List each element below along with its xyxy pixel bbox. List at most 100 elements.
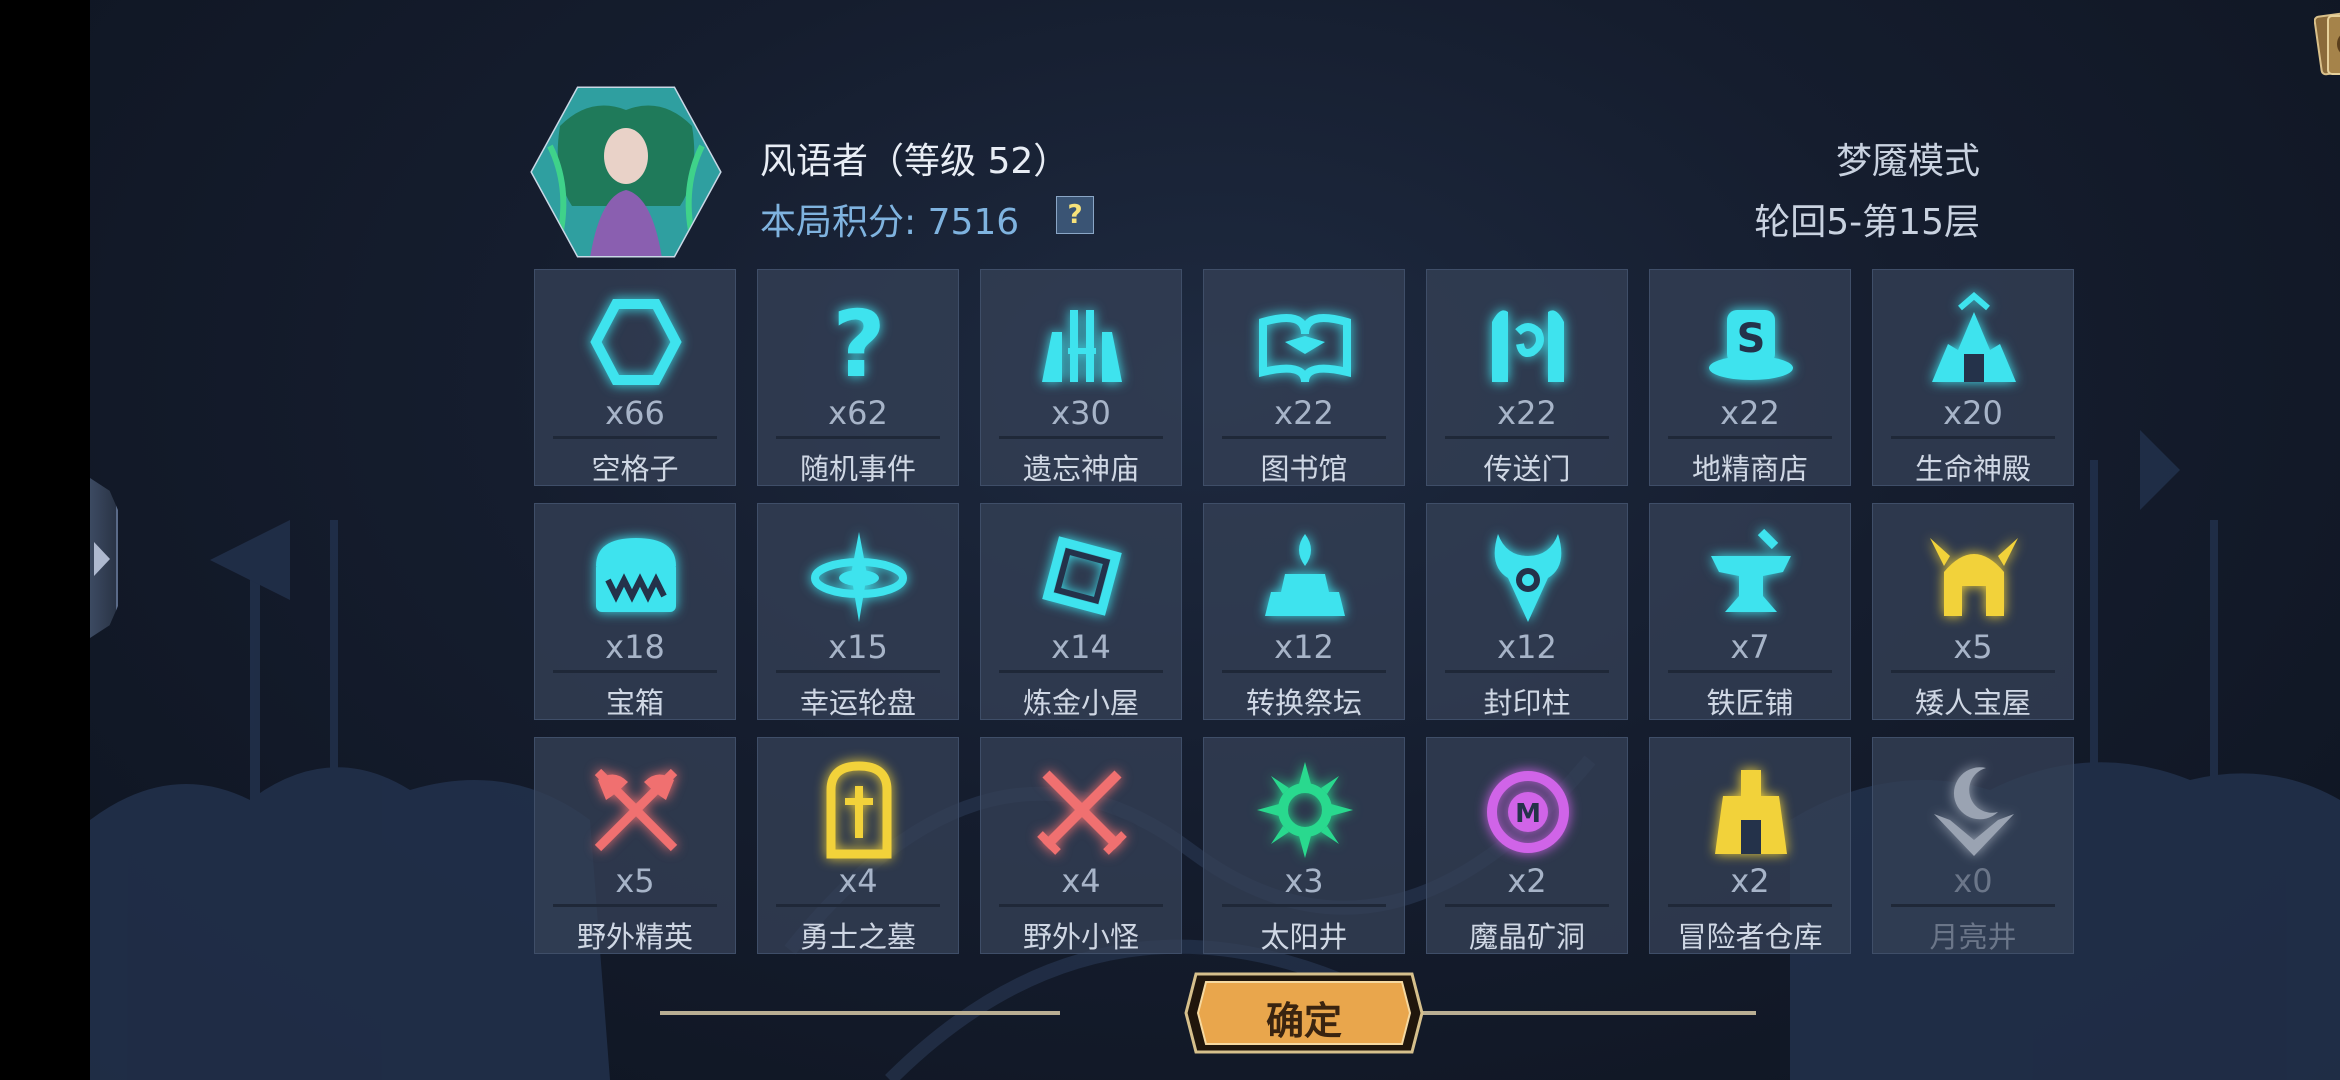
tile-divider xyxy=(1222,904,1386,907)
tile-count: x20 xyxy=(1943,394,2003,432)
tile-count: x30 xyxy=(1051,394,1111,432)
seal-pillar-icon xyxy=(1494,534,1562,622)
tile-cell[interactable]: x22 图书馆 xyxy=(1203,269,1405,486)
tile-name: 炼金小屋 xyxy=(1022,686,1139,720)
tile-cell[interactable]: x22 传送门 xyxy=(1426,269,1628,486)
tile-cell[interactable]: Mx2 魔晶矿洞 xyxy=(1426,737,1628,954)
tile-count: x4 xyxy=(1061,862,1101,900)
tile-name: 宝箱 xyxy=(605,686,664,720)
tile-cell[interactable]: x15 幸运轮盘 xyxy=(757,503,959,720)
tile-count: x2 xyxy=(1507,862,1547,900)
tile-divider xyxy=(1222,670,1386,673)
tile-divider xyxy=(1891,670,2055,673)
tile-count: x15 xyxy=(828,628,888,666)
tile-cell[interactable]: x7 铁匠铺 xyxy=(1649,503,1851,720)
tile-name: 图书馆 xyxy=(1260,452,1348,486)
tile-cell[interactable]: ? x62 随机事件 xyxy=(757,269,959,486)
tile-name: 遗忘神庙 xyxy=(1022,452,1139,486)
svg-text:?: ? xyxy=(832,292,885,392)
tile-cell[interactable]: x5 野外精英 xyxy=(534,737,736,954)
tile-name: 勇士之墓 xyxy=(799,920,916,954)
tile-divider xyxy=(553,904,717,907)
tile-cell[interactable]: x18 宝箱 xyxy=(534,503,736,720)
chest-icon xyxy=(596,538,676,612)
tile-count: x62 xyxy=(828,394,888,432)
tile-name: 铁匠铺 xyxy=(1706,686,1794,720)
book-icon xyxy=(1259,314,1351,383)
tile-divider xyxy=(1891,904,2055,907)
tile-divider xyxy=(1445,436,1609,439)
tile-cell[interactable]: x30 遗忘神庙 xyxy=(980,269,1182,486)
tile-divider xyxy=(1668,670,1832,673)
confirm-label: 确定 xyxy=(1265,999,1342,1043)
tile-name: 太阳井 xyxy=(1260,920,1348,954)
player-name-level: 风语者（等级 52） xyxy=(760,141,1070,182)
question-icon: ? xyxy=(832,292,885,392)
tile-count: x18 xyxy=(605,628,665,666)
tile-divider xyxy=(776,670,940,673)
tile-divider xyxy=(553,670,717,673)
tile-name: 转换祭坛 xyxy=(1245,686,1362,720)
cycle-floor: 轮回5-第15层 xyxy=(1754,202,1980,243)
side-drawer-toggle[interactable] xyxy=(90,478,118,638)
tile-cell[interactable]: x2 冒险者仓库 xyxy=(1649,737,1851,954)
card-deck-icon[interactable] xyxy=(2314,8,2340,80)
wheel-icon xyxy=(811,532,907,622)
tile-cell[interactable]: x20 生命神殿 xyxy=(1872,269,2074,486)
tile-divider xyxy=(1222,436,1386,439)
tile-cell[interactable]: x0 月亮井 xyxy=(1872,737,2074,954)
hexagon-icon xyxy=(590,299,682,385)
portal-icon xyxy=(1492,310,1564,382)
confirm-button[interactable]: 确定 xyxy=(1184,972,1424,1054)
tile-divider xyxy=(776,904,940,907)
altar-icon xyxy=(1265,534,1345,616)
tile-cell[interactable]: x4 野外小怪 xyxy=(980,737,1182,954)
tile-divider xyxy=(1891,436,2055,439)
moon-well-icon xyxy=(1934,767,2014,856)
svg-text:M: M xyxy=(1515,799,1541,829)
tile-name: 空格子 xyxy=(591,452,679,486)
sun-well-icon xyxy=(1257,762,1353,858)
tile-count: x5 xyxy=(1953,628,1993,666)
tile-cell[interactable]: x5 矮人宝屋 xyxy=(1872,503,2074,720)
tile-name: 魔晶矿洞 xyxy=(1468,920,1585,954)
tile-count: x66 xyxy=(605,394,665,432)
alchemy-icon xyxy=(1042,536,1122,616)
tile-name: 随机事件 xyxy=(799,452,916,486)
tile-count: x3 xyxy=(1284,862,1324,900)
tile-name: 封印柱 xyxy=(1483,686,1571,720)
tile-divider xyxy=(999,436,1163,439)
tile-count: x22 xyxy=(1274,394,1334,432)
tile-count: x2 xyxy=(1730,862,1770,900)
tile-cell[interactable]: x4 勇士之墓 xyxy=(757,737,959,954)
dwarf-helmet-icon xyxy=(1930,538,2018,616)
tile-name: 幸运轮盘 xyxy=(799,686,916,720)
svg-text:S: S xyxy=(1737,316,1766,362)
tile-divider xyxy=(1445,904,1609,907)
tile-count: x0 xyxy=(1953,862,1993,900)
tile-name: 矮人宝屋 xyxy=(1914,686,2031,720)
temple-icon xyxy=(1042,310,1122,382)
tile-count: x22 xyxy=(1720,394,1780,432)
tile-cell[interactable]: x3 太阳井 xyxy=(1203,737,1405,954)
crystal-mine-icon: M xyxy=(1487,771,1569,853)
divider-left xyxy=(660,1011,1060,1015)
tile-cell[interactable]: x12 转换祭坛 xyxy=(1203,503,1405,720)
tile-divider xyxy=(776,436,940,439)
tile-count: x4 xyxy=(838,862,878,900)
tile-cell[interactable]: x14 炼金小屋 xyxy=(980,503,1182,720)
tile-divider xyxy=(1668,904,1832,907)
player-avatar[interactable] xyxy=(530,86,722,258)
tile-cell[interactable]: x66 空格子 xyxy=(534,269,736,486)
tile-count: x7 xyxy=(1730,628,1770,666)
tomb-icon xyxy=(826,761,892,859)
game-screen: 23 风语者（等级 52） 本局积分: 7516 ? 梦魇模式 轮回5-第15层… xyxy=(90,0,2340,1080)
tile-cell[interactable]: Sx22 地精商店 xyxy=(1649,269,1851,486)
warehouse-icon xyxy=(1715,770,1787,854)
tile-count: x5 xyxy=(615,862,655,900)
tile-cell[interactable]: x12 封印柱 xyxy=(1426,503,1628,720)
tile-divider xyxy=(1445,670,1609,673)
score-help-button[interactable]: ? xyxy=(1056,196,1094,234)
tile-divider xyxy=(999,904,1163,907)
tile-name: 野外小怪 xyxy=(1022,920,1139,954)
